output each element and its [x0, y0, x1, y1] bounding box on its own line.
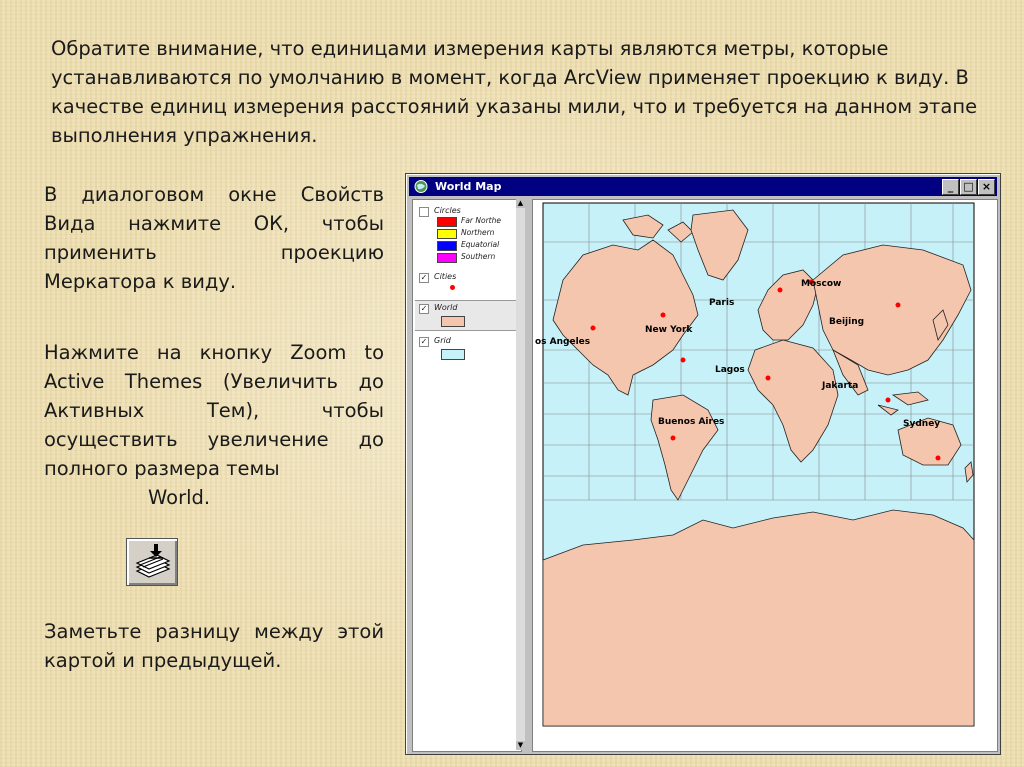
city-label: Lagos	[715, 365, 745, 375]
legend-label: Equatorial	[461, 240, 500, 249]
theme-name: Grid	[434, 336, 451, 345]
legend-swatch	[437, 229, 457, 239]
city-symbol	[450, 285, 455, 290]
p1-line: применить проекцию	[44, 241, 384, 264]
theme-circles[interactable]: Circles Far Northe Northern Equatorial S…	[415, 204, 519, 266]
city-label: Sydney	[903, 419, 940, 429]
city-label: Beijing	[829, 317, 864, 327]
window-title: World Map	[435, 180, 502, 193]
zoom-to-active-themes-button[interactable]	[126, 538, 178, 586]
p1-line: Вида нажмите ОК, чтобы	[44, 212, 384, 235]
theme-name: Circles	[434, 206, 461, 215]
p2-line: World.	[148, 486, 211, 509]
minimize-button[interactable]: _	[942, 179, 959, 195]
theme-checkbox-circles[interactable]	[419, 207, 429, 217]
legend-swatch	[441, 349, 465, 360]
window-titlebar[interactable]: World Map _ □ ×	[409, 177, 997, 196]
theme-name: World	[434, 303, 458, 312]
table-of-contents: Circles Far Northe Northern Equatorial S…	[412, 199, 522, 752]
city-label: Moscow	[801, 279, 841, 289]
map-display[interactable]: Moscow Paris New York Beijing os Angeles…	[532, 199, 998, 752]
legend-label: Far Northe	[461, 216, 501, 225]
close-button[interactable]: ×	[978, 179, 995, 195]
zoom-to-active-themes-icon	[135, 544, 171, 578]
p2-line: Активных Тем), чтобы	[44, 399, 384, 422]
theme-checkbox-world[interactable]: ✓	[419, 304, 429, 314]
p3-line: картой и предыдущей.	[44, 649, 282, 672]
city-label: os Angeles	[535, 337, 590, 347]
maximize-button[interactable]: □	[960, 179, 977, 195]
view-icon	[414, 180, 428, 193]
theme-checkbox-cities[interactable]: ✓	[419, 273, 429, 283]
instruction-paragraph-2: Нажмите на кнопку Zoom to Active Themes …	[44, 338, 384, 512]
p1-line: В диалоговом окне Свойств	[44, 183, 384, 206]
legend-label: Northern	[461, 228, 495, 237]
legend-label: Southern	[461, 252, 496, 261]
theme-checkbox-grid[interactable]: ✓	[419, 337, 429, 347]
scroll-down-arrow[interactable]: ▼	[516, 741, 525, 750]
intro-paragraph: Обратите внимание, что единицами измерен…	[51, 37, 978, 147]
p2-line: Active Themes (Увеличить до	[44, 370, 384, 393]
toc-scrollbar[interactable]: ▲ ▼	[516, 199, 525, 750]
world-map-window: World Map _ □ × Circles Far Northe North…	[405, 173, 1001, 755]
city-label: New York	[645, 325, 693, 335]
p1-line: Меркатора к виду.	[44, 270, 237, 293]
legend-swatch	[437, 217, 457, 227]
p2-line: Нажмите на кнопку Zoom to	[44, 341, 384, 364]
theme-grid[interactable]: ✓ Grid	[415, 334, 519, 362]
p2-line: осуществить увеличение до	[44, 428, 384, 451]
p3-line: Заметьте разницу между этой	[44, 620, 384, 643]
p2-line: полного размера темы	[44, 457, 280, 480]
instruction-paragraph-3: Заметьте разницу между этой картой и пре…	[44, 617, 384, 675]
city-label: Jakarta	[821, 381, 858, 391]
city-label: Buenos Aires	[658, 417, 724, 427]
instruction-paragraph-1: В диалоговом окне Свойств Вида нажмите О…	[44, 180, 384, 296]
scroll-up-arrow[interactable]: ▲	[516, 199, 525, 208]
legend-swatch	[437, 241, 457, 251]
legend-swatch	[441, 316, 465, 327]
world-map[interactable]: Moscow Paris New York Beijing os Angeles…	[533, 200, 997, 751]
theme-world[interactable]: ✓ World	[415, 300, 519, 331]
legend-swatch	[437, 253, 457, 263]
theme-cities[interactable]: ✓ Cities	[415, 270, 519, 298]
city-label: Paris	[709, 298, 734, 308]
theme-name: Cities	[434, 272, 457, 281]
